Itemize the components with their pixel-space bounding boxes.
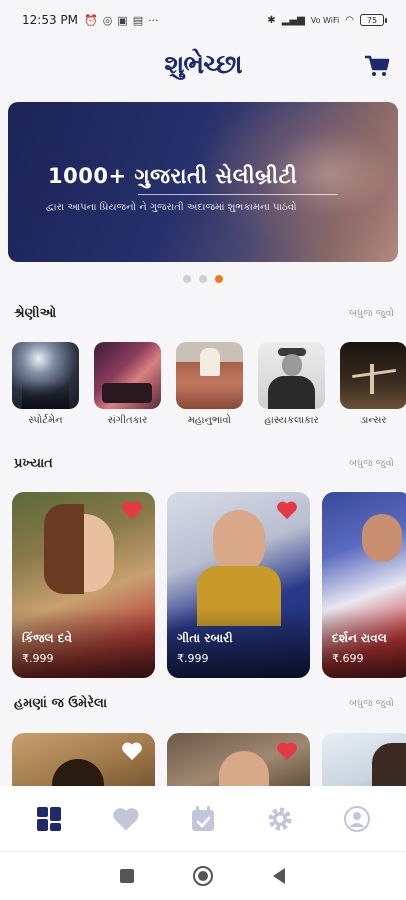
battery-level: 75	[366, 15, 378, 25]
popular-title: પ્રખ્યાત	[14, 456, 53, 471]
system-navigation	[0, 852, 406, 900]
nav-settings[interactable]	[260, 799, 300, 839]
banner-title: 1000+ ગુજરાતી સેલીબ્રીટી	[48, 164, 298, 188]
celebrity-name: દર્શન રાવલ	[332, 631, 387, 645]
heart-icon[interactable]	[276, 500, 298, 520]
wifi-icon: ◠	[345, 14, 354, 26]
popular-header: પ્રખ્યાત બધુજ જુવો	[14, 456, 394, 471]
category-image	[94, 342, 161, 409]
popular-see-all-link[interactable]: બધુજ જુવો	[349, 458, 394, 469]
category-label: મહાનુભાવો	[187, 415, 232, 426]
favorites-icon	[113, 808, 139, 831]
category-musician[interactable]: સંગીતકાર	[94, 342, 161, 426]
profile-icon	[344, 806, 371, 832]
category-label: સ્પોર્ટમેન	[28, 415, 63, 426]
recent-see-all-link[interactable]: બધુજ જુવો	[349, 698, 394, 709]
heart-icon[interactable]	[276, 741, 298, 761]
celebrity-price: ₹.999	[22, 652, 54, 665]
settings-icon	[268, 807, 292, 831]
carousel-indicator	[0, 275, 406, 283]
bluetooth-icon: ✱	[267, 14, 276, 26]
promo-banner[interactable]: 1000+ ગુજરાતી સેલીબ્રીટી દ્વારા આપના પ્ર…	[8, 102, 398, 262]
recent-apps-icon[interactable]	[119, 868, 135, 884]
network-label: Vo WiFi	[310, 15, 340, 25]
cart-icon[interactable]	[364, 54, 390, 78]
category-image	[12, 342, 79, 409]
celebrity-name: કિંજલ દવે	[22, 631, 72, 645]
nav-favorites[interactable]	[106, 799, 146, 839]
status-bar: 12:53 PM ⏰ ◎ ▣ ▤ ··· ✱ ▂▄▆ Vo WiFi ◠ 75	[0, 0, 406, 40]
battery-icon: 75	[360, 14, 387, 26]
calendar-icon	[191, 806, 214, 831]
back-icon[interactable]	[271, 867, 287, 885]
categories-list: સ્પોર્ટમેન સંગીતકાર મહાનુભાવો હાસ્યકલાકા…	[12, 342, 406, 426]
category-comedian[interactable]: હાસ્યકલાકાર	[258, 342, 325, 426]
whatsapp-icon: ◎	[102, 13, 113, 27]
app-header: શુભેચ્છા	[0, 42, 406, 88]
recent-header: હમણાં જ ઉમેરેલા બધુજ જુવો	[14, 696, 394, 711]
celebrity-card[interactable]: દર્શન રાવલ ₹.699	[322, 492, 406, 678]
bottom-navigation	[0, 786, 406, 852]
alarm-icon: ⏰	[84, 13, 98, 27]
nav-profile[interactable]	[337, 799, 377, 839]
status-time: 12:53 PM	[22, 13, 78, 27]
celebrity-card[interactable]: કિંજલ દવે ₹.999	[12, 492, 155, 678]
carousel-dot-active[interactable]	[215, 275, 223, 283]
banner-subtitle: દ્વારા આપના પ્રિયજનો ને ગુજરાતી અંદાજમાં…	[46, 202, 297, 213]
category-label: ડાન્સર	[360, 415, 387, 426]
category-image	[258, 342, 325, 409]
categories-header: શ્રેણીઓ બધુજ જુવો	[14, 306, 394, 321]
nav-calendar[interactable]	[183, 799, 223, 839]
more-notifications: ···	[148, 13, 159, 27]
heart-outline-icon[interactable]	[121, 741, 143, 761]
carousel-dot[interactable]	[199, 275, 207, 283]
signal-icon: ▂▄▆	[281, 14, 305, 26]
category-dancer[interactable]: ડાન્સર	[340, 342, 406, 426]
category-label: હાસ્યકલાકાર	[264, 415, 319, 426]
categories-see-all-link[interactable]: બધુજ જુવો	[349, 308, 394, 319]
category-image	[176, 342, 243, 409]
category-image	[340, 342, 406, 409]
celebrity-price: ₹.999	[177, 652, 209, 665]
celebrity-price: ₹.699	[332, 652, 364, 665]
carousel-dot[interactable]	[183, 275, 191, 283]
sim-icon: ▤	[132, 13, 144, 27]
popular-list: કિંજલ દવે ₹.999 ગીતા રબારી ₹.999 દર્શન ર…	[12, 492, 406, 678]
banner-divider	[138, 194, 338, 195]
categories-title: શ્રેણીઓ	[14, 306, 57, 321]
celebrity-card[interactable]: ગીતા રબારી ₹.999	[167, 492, 310, 678]
category-sportsman[interactable]: સ્પોર્ટમેન	[12, 342, 79, 426]
app-logo: શુભેચ્છા	[164, 49, 242, 80]
heart-icon[interactable]	[121, 500, 143, 520]
home-button-icon[interactable]	[192, 865, 214, 887]
recent-title: હમણાં જ ઉમેરેલા	[14, 696, 108, 711]
nav-home[interactable]	[29, 799, 69, 839]
message-icon: ▣	[117, 13, 128, 27]
celebrity-name: ગીતા રબારી	[177, 631, 233, 645]
category-label: સંગીતકાર	[107, 415, 148, 426]
home-icon	[36, 807, 61, 831]
category-dignitaries[interactable]: મહાનુભાવો	[176, 342, 243, 426]
